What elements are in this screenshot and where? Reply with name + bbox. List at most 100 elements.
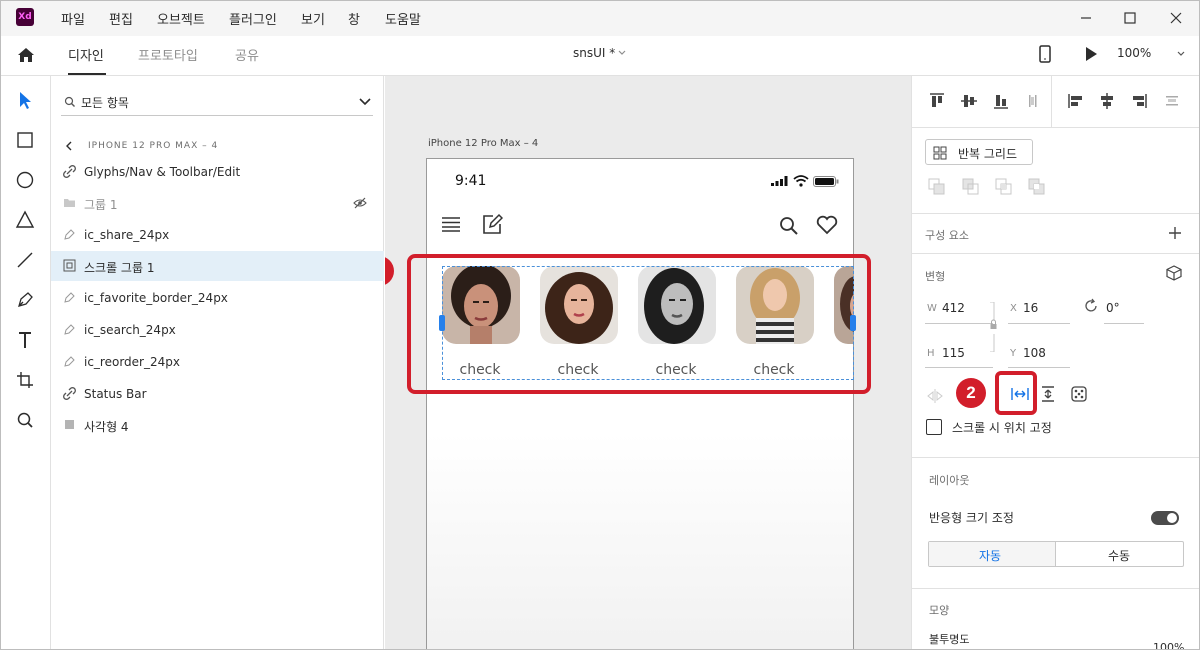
menu-file[interactable]: 파일 <box>61 9 85 28</box>
chevron-down-icon[interactable] <box>358 95 372 109</box>
menu-plugins[interactable]: 플러그인 <box>229 9 277 28</box>
maximize-button[interactable] <box>1120 8 1140 28</box>
back-chevron-icon[interactable] <box>65 141 75 151</box>
callout-badge-2: 2 <box>956 378 986 408</box>
boolean-exclude-icon[interactable] <box>1028 178 1046 196</box>
flip-horizontal-icon[interactable] <box>926 388 944 404</box>
align-right-icon[interactable] <box>1130 92 1148 110</box>
align-left-icon[interactable] <box>1067 92 1085 110</box>
menu-window[interactable]: 창 <box>348 9 360 28</box>
home-icon[interactable] <box>15 45 37 65</box>
distribute-horizontal-icon[interactable] <box>1024 92 1042 110</box>
layer-item-selected[interactable]: 스크롤 그룹 1 <box>51 251 384 281</box>
minimize-button[interactable] <box>1076 8 1096 28</box>
menu-object[interactable]: 오브젝트 <box>157 9 205 28</box>
layer-item[interactable]: ic_search_24px <box>51 315 384 345</box>
callout-box-1 <box>407 254 871 394</box>
eye-hidden-icon[interactable] <box>353 197 367 209</box>
aspect-lock-icon[interactable] <box>989 302 997 352</box>
tools-toolbar <box>0 76 51 650</box>
tab-share[interactable]: 공유 <box>235 45 259 64</box>
responsive-resize-label: 반응형 크기 조정 <box>929 511 1014 525</box>
search-filter-label[interactable]: 모든 항목 <box>81 94 129 111</box>
artboard-title[interactable]: iPhone 12 Pro Max – 4 <box>428 138 538 149</box>
vertical-scroll-icon[interactable] <box>1039 385 1057 403</box>
fix-position-checkbox[interactable] <box>926 419 942 435</box>
active-tab-indicator <box>68 73 106 75</box>
layer-label: 그룹 1 <box>84 198 118 212</box>
folder-icon <box>63 196 76 209</box>
boolean-add-icon[interactable] <box>928 178 946 196</box>
height-field[interactable]: 115 <box>942 346 965 360</box>
artboard-tool-icon[interactable] <box>13 368 37 392</box>
status-time: 9:41 <box>455 173 487 189</box>
layer-label: 사각형 4 <box>84 420 129 434</box>
x-field[interactable]: 16 <box>1023 301 1038 315</box>
layer-label: ic_favorite_border_24px <box>84 291 228 305</box>
y-label: Y <box>1010 348 1017 359</box>
zoom-tool-icon[interactable] <box>13 408 37 432</box>
opacity-value[interactable]: 100% <box>1153 641 1184 650</box>
tab-prototype[interactable]: 프로토타입 <box>138 45 198 64</box>
pen-tool-icon[interactable] <box>13 288 37 312</box>
layer-item[interactable]: Glyphs/Nav & Toolbar/Edit <box>51 157 384 187</box>
favorite-border-icon[interactable] <box>816 215 838 235</box>
close-button[interactable] <box>1166 8 1186 28</box>
panning-scroll-icon[interactable] <box>1070 385 1088 403</box>
battery-icon <box>813 176 839 187</box>
layer-item[interactable]: 사각형 4 <box>51 410 384 440</box>
layer-item[interactable]: ic_reorder_24px <box>51 347 384 377</box>
menu-view[interactable]: 보기 <box>301 9 325 28</box>
play-icon[interactable] <box>1084 46 1098 62</box>
layer-item[interactable]: ic_share_24px <box>51 220 384 250</box>
document-title[interactable]: snsUI * <box>573 46 615 60</box>
chevron-down-icon[interactable] <box>617 48 627 58</box>
search-icon[interactable] <box>779 216 799 236</box>
segment-auto[interactable]: 자동 <box>929 542 1056 566</box>
layers-breadcrumb[interactable]: IPHONE 12 PRO MAX – 4 <box>88 141 218 151</box>
rectangle-tool-icon[interactable] <box>13 128 37 152</box>
align-bottom-icon[interactable] <box>992 92 1010 110</box>
layers-search[interactable]: 모든 항목 <box>61 88 373 116</box>
polygon-tool-icon[interactable] <box>13 208 37 232</box>
repeat-grid-button[interactable]: 반복 그리드 <box>925 139 1033 165</box>
wifi-icon <box>793 175 809 187</box>
device-preview-icon[interactable] <box>1038 44 1052 64</box>
width-field[interactable]: 412 <box>942 301 965 315</box>
rotation-icon[interactable] <box>1083 298 1099 314</box>
transform-heading: 변형 <box>925 270 946 283</box>
layer-item[interactable]: 그룹 1 <box>51 188 384 218</box>
distribute-vertical-icon[interactable] <box>1163 92 1181 110</box>
section-divider <box>912 457 1200 458</box>
tab-design[interactable]: 디자인 <box>68 45 104 64</box>
align-top-icon[interactable] <box>928 92 946 110</box>
align-center-icon[interactable] <box>1098 92 1116 110</box>
boolean-intersect-icon[interactable] <box>995 178 1013 196</box>
rotation-field[interactable]: 0° <box>1106 301 1120 315</box>
y-underline <box>1008 367 1070 368</box>
menu-edit[interactable]: 편집 <box>109 9 133 28</box>
zoom-level[interactable]: 100% <box>1117 46 1151 60</box>
zoom-chevron-icon[interactable] <box>1176 49 1186 59</box>
boolean-subtract-icon[interactable] <box>962 178 980 196</box>
3d-transform-icon[interactable] <box>1166 265 1182 281</box>
layers-panel: 모든 항목 IPHONE 12 PRO MAX – 4 Glyphs/Nav &… <box>51 76 384 650</box>
select-tool-icon[interactable] <box>13 88 37 112</box>
layout-heading: 레이아웃 <box>929 474 970 487</box>
y-field[interactable]: 108 <box>1023 346 1046 360</box>
add-component-icon[interactable] <box>1168 226 1182 240</box>
components-heading: 구성 요소 <box>925 229 969 242</box>
text-tool-icon[interactable] <box>13 328 37 352</box>
line-tool-icon[interactable] <box>13 248 37 272</box>
design-canvas[interactable]: iPhone 12 Pro Max – 4 9:41 check check c… <box>385 76 911 650</box>
layer-item[interactable]: Status Bar <box>51 379 384 409</box>
align-middle-icon[interactable] <box>960 92 978 110</box>
rectangle-icon <box>63 418 76 431</box>
segment-manual[interactable]: 수동 <box>1056 542 1183 566</box>
reorder-icon[interactable] <box>441 216 461 232</box>
ellipse-tool-icon[interactable] <box>13 168 37 192</box>
menu-help[interactable]: 도움말 <box>385 9 421 28</box>
fix-position-label: 스크롤 시 위치 고정 <box>952 421 1052 435</box>
edit-icon[interactable] <box>481 213 503 235</box>
layer-item[interactable]: ic_favorite_border_24px <box>51 283 384 313</box>
